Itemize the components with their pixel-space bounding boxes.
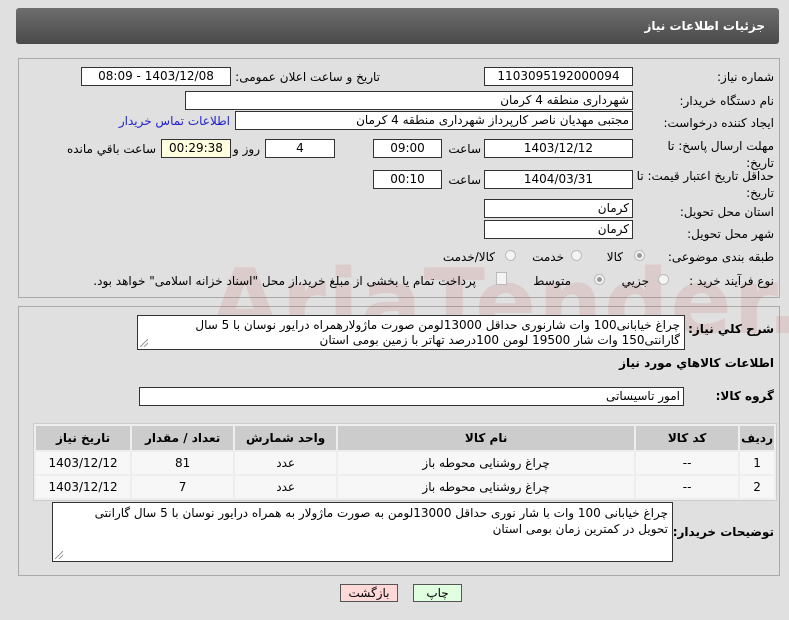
cell-code: -- [636, 476, 739, 498]
category-label: طبقه بندی موضوعی: [667, 250, 774, 264]
col-row: ردیف [740, 426, 774, 450]
back-button[interactable]: بازگشت [340, 584, 398, 602]
page-header: جزئیات اطلاعات نیاز [16, 8, 779, 44]
validity-label: حداقل تاریخ اعتبار قیمت: تا تاریخ: [636, 169, 774, 200]
notes-line-1: چراغ خیابانی 100 وات با شار نوری حداقل 1… [94, 506, 668, 520]
validity-time-label: ساعت [448, 173, 481, 187]
cell-date: 1403/12/12 [36, 452, 131, 474]
days-field: 4 [265, 139, 335, 158]
process-label: نوع فرآیند خرید : [689, 274, 774, 288]
goods-table: ردیف کد کالا نام کالا واحد شمارش تعداد /… [33, 423, 777, 501]
cell-unit: عدد [235, 476, 337, 498]
creator-label: ایجاد کننده درخواست: [663, 116, 774, 130]
table-header-row: ردیف کد کالا نام کالا واحد شمارش تعداد /… [36, 426, 774, 450]
summary-label: شرح کلي نیاز: [688, 322, 774, 336]
validity-time-field: 00:10 [373, 170, 442, 189]
need-number-label: شماره نیاز: [717, 70, 774, 84]
buyer-contact-link[interactable]: اطلاعات تماس خریدار [119, 114, 230, 128]
table-row: 2 -- چراغ روشنایی محوطه باز عدد 7 1403/1… [36, 476, 774, 498]
cell-code: -- [636, 452, 739, 474]
remaining-time-field: 00:29:38 [161, 139, 231, 158]
goods-section-title: اطلاعات کالاهاي مورد نیاز [619, 356, 774, 370]
city-label: شهر محل تحویل: [687, 227, 774, 241]
col-name: نام کالا [338, 426, 635, 450]
deadline-label: مهلت ارسال پاسخ: تا تاریخ: [667, 139, 774, 170]
cell-unit: عدد [235, 452, 337, 474]
col-qty: تعداد / مقدار [132, 426, 234, 450]
process-radio-small[interactable] [658, 274, 669, 285]
creator-field: مجتبی مهدیان ناصر کارپرداز شهرداری منطقه… [235, 111, 633, 130]
cell-date: 1403/12/12 [36, 476, 131, 498]
deadline-date-field: 1403/12/12 [484, 139, 633, 158]
group-field: امور تاسیساتی [139, 387, 684, 406]
resize-grip-icon[interactable] [140, 339, 148, 347]
deadline-time-field: 09:00 [373, 139, 442, 158]
buyer-label: نام دستگاه خریدار: [679, 94, 775, 108]
category-radio-both[interactable] [505, 250, 516, 261]
validity-date-field: 1404/03/31 [484, 170, 633, 189]
buyer-field: شهرداری منطقه 4 کرمان [185, 91, 633, 110]
summary-textarea[interactable]: چراغ خیابانی100 وات شارنوری حداقل 13000ل… [137, 315, 685, 350]
summary-text: چراغ خیابانی100 وات شارنوری حداقل 13000ل… [195, 318, 680, 347]
category-option-both: کالا/خدمت [442, 250, 495, 264]
payment-checkbox[interactable] [496, 272, 507, 285]
notes-label: توضیحات خریدار: [672, 525, 774, 539]
deadline-time-label: ساعت [448, 142, 481, 156]
print-button[interactable]: چاپ [413, 584, 462, 602]
announce-field: 1403/12/08 - 08:09 [81, 67, 231, 86]
cell-name: چراغ روشنایی محوطه باز [338, 476, 635, 498]
announce-label: تاریخ و ساعت اعلان عمومی: [235, 70, 380, 84]
process-radio-medium[interactable] [594, 274, 605, 285]
need-number-field: 1103095192000094 [484, 67, 633, 86]
cell-row: 2 [740, 476, 774, 498]
notes-line-2: تحویل در کمترین زمان بومی استان [492, 522, 668, 536]
cell-qty: 81 [132, 452, 234, 474]
province-label: استان محل تحویل: [679, 205, 774, 219]
category-radio-goods[interactable] [634, 250, 645, 261]
notes-textarea[interactable]: چراغ خیابانی 100 وات با شار نوری حداقل 1… [52, 502, 673, 562]
remaining-label: ساعت باقي مانده [66, 142, 156, 156]
category-option-goods: کالا [606, 250, 623, 264]
days-label: روز و [233, 142, 260, 156]
col-code: کد کالا [636, 426, 739, 450]
table-row: 1 -- چراغ روشنایی محوطه باز عدد 81 1403/… [36, 452, 774, 474]
cell-name: چراغ روشنایی محوطه باز [338, 452, 635, 474]
category-radio-service[interactable] [571, 250, 582, 261]
process-option-medium: متوسط [533, 274, 571, 288]
col-unit: واحد شمارش [235, 426, 337, 450]
cell-qty: 7 [132, 476, 234, 498]
process-option-small: جزیي [621, 274, 649, 288]
resize-grip-icon[interactable] [55, 551, 63, 559]
col-date: تاریخ نیاز [36, 426, 131, 450]
category-option-service: خدمت [532, 250, 564, 264]
cell-row: 1 [740, 452, 774, 474]
city-field: کرمان [484, 220, 633, 239]
payment-note: پرداخت تمام یا بخشی از مبلغ خرید،از محل … [93, 274, 476, 288]
page-title: جزئیات اطلاعات نیاز [644, 19, 765, 33]
group-label: گروه کالا: [715, 389, 774, 403]
province-field: کرمان [484, 199, 633, 218]
